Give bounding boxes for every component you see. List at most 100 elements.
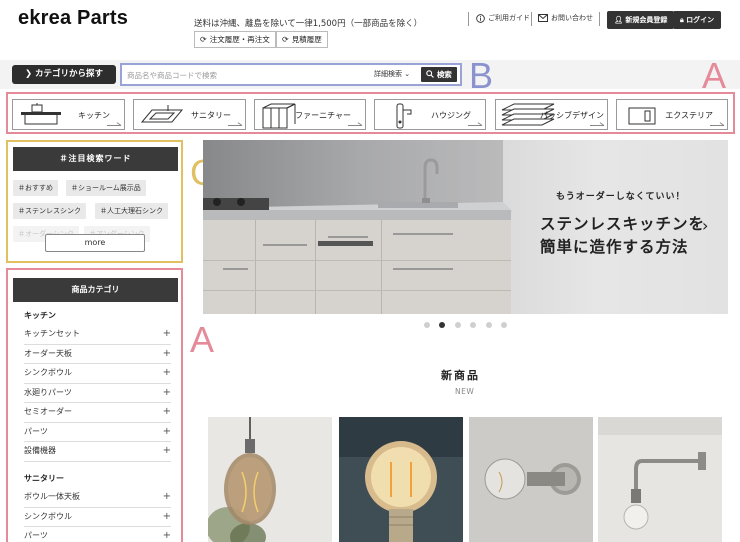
info-icon (476, 13, 485, 23)
category-link[interactable]: キッチンセット + (24, 325, 171, 345)
carousel-dot[interactable] (470, 322, 476, 328)
plus-icon: + (162, 386, 171, 398)
category-link[interactable]: オーダー天板 + (24, 345, 171, 364)
carousel-dot[interactable] (501, 322, 507, 328)
product-image-wall-lamp (469, 417, 593, 542)
contact-label: お問い合わせ (551, 14, 593, 22)
category-label: エクステリア (665, 111, 713, 120)
category-link[interactable]: ボウル一体天板 + (24, 488, 171, 508)
register-button[interactable]: 👤︎ 新規会員登録 (607, 11, 675, 29)
link-label: 水廻りパーツ (24, 387, 72, 397)
guide-label: ご利用ガイド (488, 14, 530, 22)
chevron-right-icon: ❯ (24, 69, 33, 79)
product-category-title: 商品カテゴリ (13, 278, 178, 302)
divider (468, 12, 469, 26)
carousel-dot[interactable] (424, 322, 430, 328)
keyword-tag[interactable]: ＃おすすめ (13, 180, 58, 196)
refresh-icon: ⟳ (200, 35, 207, 44)
category-label: キッチン (78, 111, 110, 120)
link-label: キッチンセット (24, 329, 80, 338)
category-furniture[interactable]: ファーニチャー (254, 99, 366, 130)
category-link[interactable]: シンクボウル + (24, 508, 171, 527)
chevron-right-icon: › (702, 216, 709, 235)
category-link[interactable]: 設備機器 + (24, 442, 171, 462)
kitchen-icon (21, 103, 61, 125)
plus-icon: + (162, 425, 171, 437)
product-card[interactable] (469, 417, 593, 542)
link-label: 設備機器 (24, 446, 56, 455)
link-label: パーツ (24, 531, 48, 540)
category-passive-design[interactable]: パッシブデザイン (495, 99, 608, 130)
door-handle-icon (396, 103, 412, 129)
category-label: ハウジング (431, 111, 471, 120)
order-history-label: 注文履歴・再注文 (209, 35, 270, 44)
advanced-search-label: 詳細検索 (374, 70, 402, 78)
arrow-icon (107, 122, 121, 126)
category-link[interactable]: パーツ + (24, 527, 171, 542)
arrow-icon (468, 122, 482, 126)
featured-keywords-panel: ＃注目検索ワード ＃おすすめ ＃ショールーム展示品 ＃ステンレスシンク ＃人工大… (6, 140, 183, 263)
category-browse-label: カテゴリから探す (35, 69, 104, 79)
category-label: パッシブデザイン (540, 111, 604, 120)
product-category-panel: 商品カテゴリ キッチン キッチンセット + オーダー天板 + シンクボウル + 水廻り… (6, 268, 183, 542)
search-button[interactable]: 検索 (421, 67, 457, 82)
search-box: 詳細検索 ⌄ 検索 (120, 63, 462, 86)
plus-icon: + (162, 491, 171, 502)
login-label: ログイン (686, 16, 715, 24)
category-label: ファーニチャー (295, 111, 351, 120)
plus-icon: + (162, 367, 171, 378)
category-sanitary[interactable]: サニタリー (133, 99, 246, 130)
search-input[interactable] (127, 68, 357, 82)
product-card[interactable] (339, 417, 463, 542)
guide-link[interactable]: ご利用ガイド (476, 13, 530, 23)
keyword-tag[interactable]: ＃ショールーム展示品 (66, 180, 146, 196)
category-label: サニタリー (191, 111, 231, 120)
hero-banner[interactable]: もうオーダーしなくていい！ ステンレスキッチンを 簡単に造作する方法 › (203, 140, 728, 314)
keyword-tag[interactable]: ＃ステンレスシンク (13, 203, 86, 219)
carousel-dot[interactable] (455, 322, 461, 328)
user-icon: 👤︎ (614, 16, 623, 24)
product-card[interactable] (598, 417, 722, 542)
category-link[interactable]: シンクボウル + (24, 364, 171, 384)
carousel-dot[interactable] (486, 322, 492, 328)
link-label: シンクボウル (24, 511, 72, 521)
divider (599, 12, 600, 26)
category-link[interactable]: セミオーダー + (24, 403, 171, 423)
contact-link[interactable]: お問い合わせ (538, 13, 593, 23)
category-exterior[interactable]: エクステリア (616, 99, 728, 130)
search-button-label: 検索 (436, 70, 452, 79)
quote-history-button[interactable]: ⟳ 見積履歴 (276, 31, 328, 48)
new-products-subtitle: NEW (455, 387, 475, 396)
category-link[interactable]: 水廻りパーツ + (24, 384, 171, 403)
order-history-button[interactable]: ⟳ 注文履歴・再注文 (194, 31, 276, 48)
window-frame-icon (628, 107, 656, 125)
more-button[interactable]: more (45, 234, 145, 252)
plus-icon: + (162, 510, 171, 522)
login-button[interactable]: 🔒︎ ログイン (673, 11, 722, 29)
product-image-bulb-pendant (339, 417, 463, 542)
new-products-title: 新商品 (441, 369, 480, 382)
hero-subtitle: もうオーダーしなくていい！ (556, 192, 686, 202)
shipping-notice: 送料は沖縄、離島を除いて一律1,500円（一部商品を除く） (194, 19, 423, 29)
carousel-dot-active[interactable] (439, 322, 445, 328)
product-card[interactable] (208, 417, 332, 542)
category-link[interactable]: パーツ + (24, 423, 171, 442)
category-nav: キッチン サニタリー ファーニチャー ハウジング パッシブデザイン エクステリア (6, 92, 735, 134)
plus-icon: + (162, 445, 171, 456)
quote-history-label: 見積履歴 (291, 35, 322, 44)
mail-icon (538, 14, 548, 22)
advanced-search-dropdown[interactable]: 詳細検索 ⌄ (374, 69, 410, 79)
annotation-b: B (469, 55, 494, 96)
category-browse-button[interactable]: ❯ カテゴリから探す (12, 65, 116, 84)
category-kitchen[interactable]: キッチン (12, 99, 125, 130)
annotation-a-left: A (190, 319, 215, 360)
refresh-icon: ⟳ (282, 35, 289, 44)
category-housing[interactable]: ハウジング (374, 99, 486, 130)
arrow-icon (590, 122, 604, 126)
plus-icon: + (162, 530, 171, 541)
annotation-a-top: A (702, 55, 727, 96)
keyword-tag[interactable]: ＃人工大理石シンク (95, 203, 168, 219)
link-label: ボウル一体天板 (24, 492, 80, 501)
site-logo[interactable]: ekrea Parts (18, 7, 128, 30)
keywords-title: ＃注目検索ワード (13, 147, 178, 171)
